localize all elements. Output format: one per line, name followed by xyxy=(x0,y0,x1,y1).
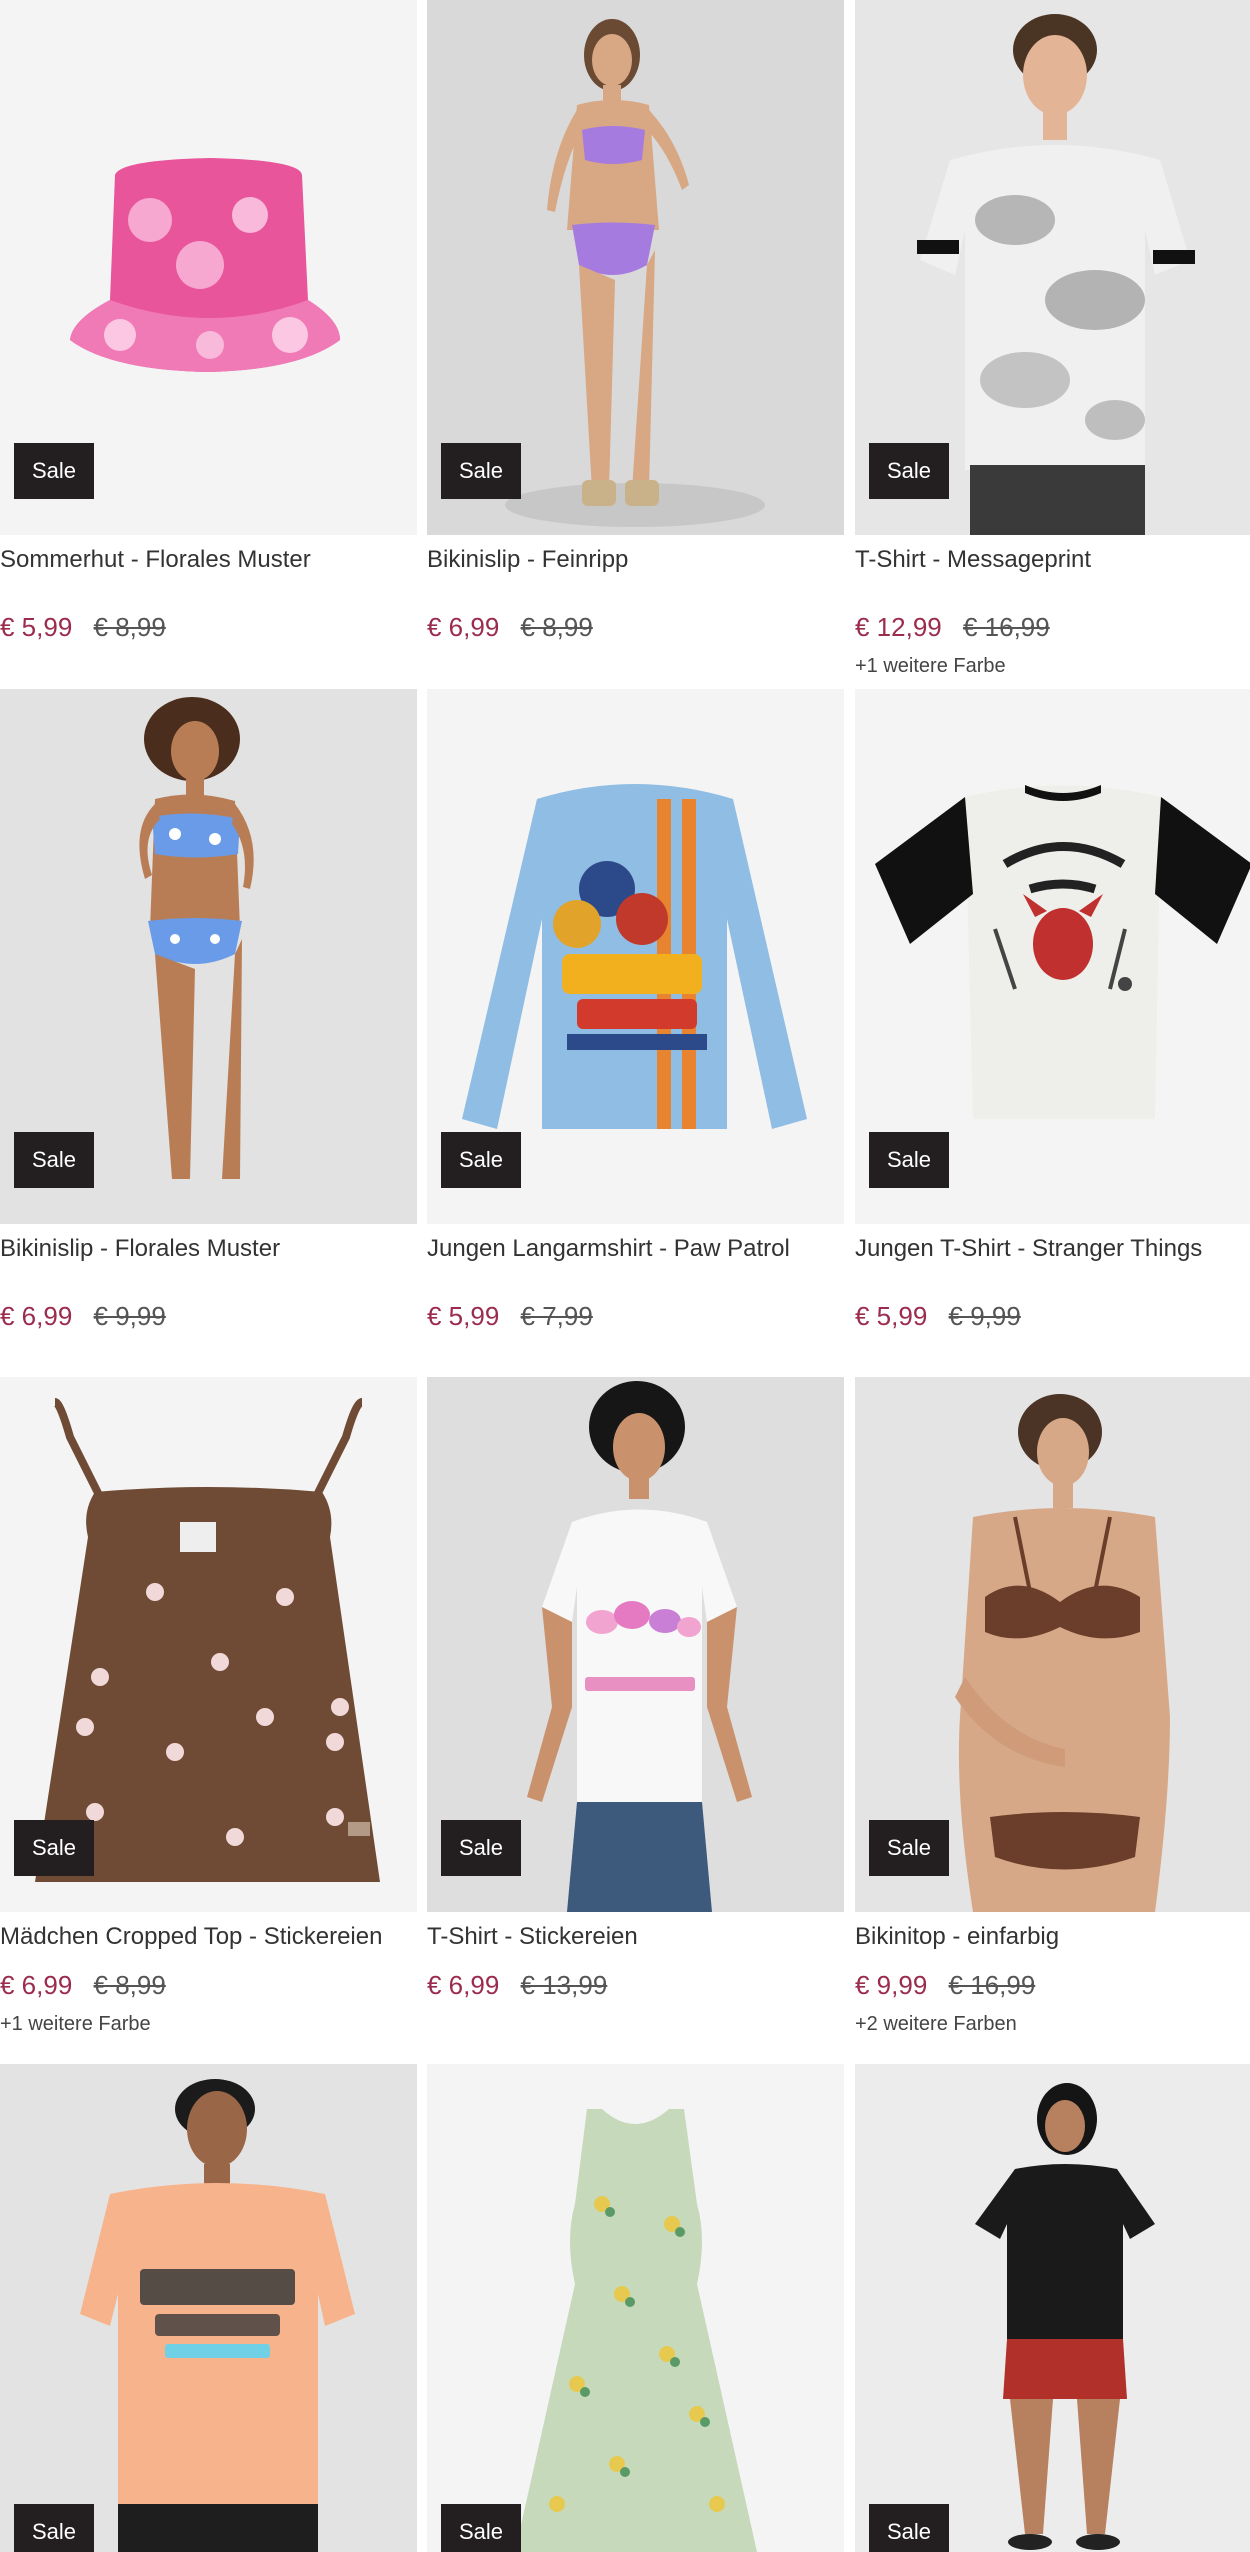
product-card[interactable]: Sale Bikinitop - einfarbig € 9,99 € 16,9… xyxy=(855,1377,1250,2035)
sale-price: € 5,99 xyxy=(0,612,73,642)
product-name[interactable]: Bikinislip - Florales Muster xyxy=(0,1232,417,1265)
sale-price: € 6,99 xyxy=(0,1301,73,1331)
product-image[interactable]: Sale xyxy=(0,689,417,1224)
sale-badge[interactable]: Sale xyxy=(14,443,94,499)
original-price: € 8,99 xyxy=(520,612,593,642)
product-card[interactable]: Sale Sommerhut - Florales Muster € 5,99 … xyxy=(0,0,417,642)
product-prices: € 6,99 € 9,99 xyxy=(0,1301,166,1332)
sale-price: € 5,99 xyxy=(427,1301,500,1331)
product-name[interactable]: T-Shirt - Stickereien xyxy=(427,1920,844,1953)
product-card[interactable]: Sale T-Shirt - Stickereien € 6,99 € 13,9… xyxy=(427,1377,844,2000)
more-colors[interactable]: +2 weitere Farben xyxy=(855,2013,1017,2036)
product-prices: € 5,99 € 8,99 xyxy=(0,612,166,643)
original-price: € 9,99 xyxy=(948,1301,1021,1331)
product-image[interactable]: Sale xyxy=(855,0,1250,535)
sale-badge[interactable]: Sale xyxy=(14,2504,94,2552)
product-card[interactable]: Sale xyxy=(427,2064,844,2552)
product-image[interactable]: Sale xyxy=(0,1377,417,1912)
sale-badge[interactable]: Sale xyxy=(14,1820,94,1876)
original-price: € 8,99 xyxy=(93,612,166,642)
product-image[interactable]: Sale xyxy=(427,0,844,535)
sale-badge[interactable]: Sale xyxy=(441,443,521,499)
product-image[interactable]: Sale xyxy=(0,2064,417,2552)
product-prices: € 5,99 € 9,99 xyxy=(855,1301,1021,1332)
product-image[interactable]: Sale xyxy=(427,1377,844,1912)
sale-badge[interactable]: Sale xyxy=(441,1820,521,1876)
product-image[interactable]: Sale xyxy=(855,689,1250,1224)
product-prices: € 5,99 € 7,99 xyxy=(427,1301,593,1332)
product-card[interactable]: Sale Bikinislip - Florales Muster € 6,99… xyxy=(0,689,417,1331)
sale-badge[interactable]: Sale xyxy=(869,443,949,499)
product-image[interactable]: Sale xyxy=(855,1377,1250,1912)
product-name[interactable]: Bikinitop - einfarbig xyxy=(855,1920,1250,1953)
product-card[interactable]: Sale Jungen T-Shirt - Stranger Things € … xyxy=(855,689,1250,1331)
product-card[interactable]: Sale xyxy=(0,2064,417,2552)
sale-badge[interactable]: Sale xyxy=(869,1820,949,1876)
sale-badge[interactable]: Sale xyxy=(869,1132,949,1188)
original-price: € 9,99 xyxy=(93,1301,166,1331)
product-card[interactable]: Sale T-Shirt - Messageprint € 12,99 € 16… xyxy=(855,0,1250,677)
more-colors[interactable]: +1 weitere Farbe xyxy=(0,2013,151,2036)
product-card[interactable]: Sale xyxy=(855,2064,1250,2552)
original-price: € 16,99 xyxy=(948,1970,1036,2000)
product-name[interactable]: Mädchen Cropped Top - Stickereien xyxy=(0,1920,417,1953)
product-image[interactable]: Sale xyxy=(427,2064,844,2552)
product-prices: € 9,99 € 16,99 xyxy=(855,1970,1035,2001)
product-prices: € 6,99 € 8,99 xyxy=(427,612,593,643)
product-prices: € 6,99 € 13,99 xyxy=(427,1970,607,2001)
product-name[interactable]: Sommerhut - Florales Muster xyxy=(0,543,417,576)
product-name[interactable]: Bikinislip - Feinripp xyxy=(427,543,844,576)
product-card[interactable]: Sale Bikinislip - Feinripp € 6,99 € 8,99 xyxy=(427,0,844,642)
product-name[interactable]: Jungen T-Shirt - Stranger Things xyxy=(855,1232,1250,1265)
sale-price: € 9,99 xyxy=(855,1970,928,2000)
original-price: € 7,99 xyxy=(520,1301,593,1331)
product-name[interactable]: Jungen Langarmshirt - Paw Patrol xyxy=(427,1232,844,1265)
more-colors[interactable]: +1 weitere Farbe xyxy=(855,655,1006,678)
sale-badge[interactable]: Sale xyxy=(441,2504,521,2552)
product-card[interactable]: Sale Mädchen Cropped Top - Stickereien €… xyxy=(0,1377,417,2035)
product-prices: € 12,99 € 16,99 xyxy=(855,612,1050,643)
product-image[interactable]: Sale xyxy=(427,689,844,1224)
product-prices: € 6,99 € 8,99 xyxy=(0,1970,166,2001)
product-image[interactable]: Sale xyxy=(0,0,417,535)
sale-price: € 6,99 xyxy=(427,612,500,642)
product-image[interactable]: Sale xyxy=(855,2064,1250,2552)
product-name[interactable]: T-Shirt - Messageprint xyxy=(855,543,1250,576)
sale-badge[interactable]: Sale xyxy=(441,1132,521,1188)
sale-price: € 12,99 xyxy=(855,612,942,642)
sale-badge[interactable]: Sale xyxy=(869,2504,949,2552)
original-price: € 8,99 xyxy=(93,1970,166,2000)
sale-badge[interactable]: Sale xyxy=(14,1132,94,1188)
sale-price: € 6,99 xyxy=(427,1970,500,2000)
product-card[interactable]: Sale Jungen Langarmshirt - Paw Patrol € … xyxy=(427,689,844,1331)
original-price: € 13,99 xyxy=(520,1970,608,2000)
original-price: € 16,99 xyxy=(962,612,1050,642)
sale-price: € 6,99 xyxy=(0,1970,73,2000)
sale-price: € 5,99 xyxy=(855,1301,928,1331)
